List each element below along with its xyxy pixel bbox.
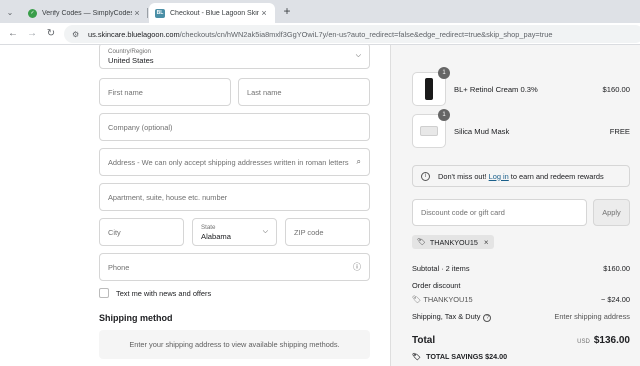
shipping-row: Shipping, Tax & Duty? Enter shipping add… — [412, 312, 630, 322]
product-name: BL+ Retinol Cream 0.3% — [454, 84, 538, 94]
mask-jar-image — [420, 126, 438, 136]
total-savings: 🏷 TOTAL SAVINGS $24.00 — [412, 352, 507, 361]
chevron-down-icon: ⌵ — [355, 52, 361, 59]
chevron-down-icon: ⌵ — [262, 228, 268, 235]
bluelagoon-favicon-icon: BL — [155, 8, 165, 18]
new-tab-button[interactable]: + — [280, 4, 294, 18]
tag-icon: 🏷 — [412, 295, 422, 304]
state-select[interactable]: State Alabama ⌵ — [192, 218, 277, 246]
info-icon: i — [421, 171, 430, 181]
applied-code: THANKYOU15 — [429, 237, 478, 247]
total-row: Total USD $136.00 — [412, 335, 630, 346]
rewards-notice: i Don't miss out! Log in to earn and red… — [412, 165, 630, 187]
address-bar[interactable]: ⚙ us.skincare.bluelagoon.com/checkouts/c… — [64, 25, 640, 43]
shipping-note-text: Enter your shipping address to view avai… — [129, 340, 340, 349]
close-tab-icon[interactable]: × — [259, 8, 269, 18]
product-price: FREE — [609, 126, 630, 136]
first-name-field[interactable]: First name — [99, 78, 231, 106]
order-discount-code-row: 🏷 THANKYOU15 − $24.00 — [412, 295, 630, 304]
product-price: $160.00 — [602, 84, 630, 94]
tab-verify-codes[interactable]: ✓ Verify Codes — SimplyCodes × — [22, 3, 148, 23]
simplycodes-favicon-icon: ✓ — [28, 8, 37, 18]
url-host: us.skincare.bluelagoon.com — [88, 29, 180, 39]
line-item: 1 BL+ Retinol Cream 0.3% $160.00 — [412, 67, 630, 106]
apply-button[interactable]: Apply — [593, 199, 630, 226]
total-value: $136.00 — [593, 335, 630, 346]
order-discount-code: THANKYOU15 — [423, 295, 473, 304]
address-field[interactable]: Address - We can only accept shipping ad… — [99, 148, 370, 176]
tab-checkout[interactable]: BL Checkout - Blue Lagoon Skincare × — [149, 3, 275, 23]
subtotal-value: $160.00 — [603, 264, 630, 273]
apartment-placeholder: Apartment, suite, house etc. number — [108, 192, 228, 202]
country-label: Country/Region — [108, 47, 151, 55]
phone-placeholder: Phone — [108, 262, 130, 272]
total-currency: USD — [577, 339, 590, 345]
product-name: Silica Mud Mask — [454, 126, 510, 136]
order-summary: 1 BL+ Retinol Cream 0.3% $160.00 1 Silic… — [390, 45, 640, 366]
zip-placeholder: ZIP code — [294, 227, 324, 237]
last-name-placeholder: Last name — [247, 87, 282, 97]
shipping-method-note: Enter your shipping address to view avai… — [99, 330, 370, 359]
savings-label: TOTAL SAVINGS — [426, 352, 484, 361]
tag-icon: 🏷 — [412, 352, 422, 361]
forward-arrow-icon[interactable]: → — [25, 27, 39, 41]
quantity-badge: 1 — [438, 67, 450, 79]
rewards-notice-suffix: to earn and redeem rewards — [510, 171, 604, 181]
first-name-placeholder: First name — [108, 87, 143, 97]
applied-discount-tag: 🏷 THANKYOU15 × — [412, 235, 494, 249]
order-discount-value: − $24.00 — [601, 295, 630, 304]
rewards-notice-text: Don't miss out! — [438, 171, 487, 181]
state-value: Alabama — [201, 231, 231, 241]
url-path: /checkouts/cn/hWN2ak5ia8mxlf3GgYOwiL7y/e… — [179, 29, 553, 39]
reload-icon[interactable]: ↻ — [44, 27, 58, 41]
country-select[interactable]: Country/Region United States ⌵ — [99, 45, 370, 69]
search-icon[interactable]: ⌕ — [357, 157, 361, 167]
subtotal-label: Subtotal · 2 items — [412, 264, 470, 273]
product-thumbnail: 1 — [412, 109, 450, 148]
help-circle-icon[interactable]: ? — [483, 314, 492, 322]
retinol-bottle-image — [425, 78, 433, 100]
shipping-method-title: Shipping method — [99, 313, 173, 323]
address-placeholder: Address - We can only accept shipping ad… — [108, 157, 349, 167]
tag-icon: 🏷 — [417, 239, 426, 246]
news-checkbox-label: Text me with news and offers — [116, 288, 212, 298]
remove-discount-icon[interactable]: × — [484, 238, 489, 247]
shipping-label: Shipping, Tax & Duty — [412, 312, 481, 321]
tab-separator — [147, 8, 148, 18]
order-discount-label: Order discount — [412, 281, 461, 290]
apartment-field[interactable]: Apartment, suite, house etc. number — [99, 183, 370, 211]
quantity-badge: 1 — [438, 109, 450, 121]
product-thumbnail: 1 — [412, 67, 450, 106]
discount-code-input[interactable]: Discount code or gift card — [412, 199, 587, 226]
zip-field[interactable]: ZIP code — [285, 218, 370, 246]
company-placeholder: Company (optional) — [108, 122, 173, 132]
total-label: Total — [412, 335, 436, 346]
news-checkbox[interactable] — [99, 288, 109, 298]
back-arrow-icon[interactable]: ← — [6, 27, 20, 41]
site-info-icon[interactable]: ⚙ — [72, 30, 82, 39]
close-tab-icon[interactable]: × — [132, 8, 142, 18]
checkout-form: Country/Region United States ⌵ First nam… — [0, 45, 390, 366]
company-field[interactable]: Company (optional) — [99, 113, 370, 141]
order-discount-row: Order discount — [412, 281, 630, 290]
tab-search-icon[interactable]: ⌄ — [4, 6, 16, 18]
city-placeholder: City — [108, 227, 121, 237]
savings-value: $24.00 — [485, 352, 508, 361]
browser-toolbar: ← → ↻ ⚙ us.skincare.bluelagoon.com/check… — [0, 23, 640, 45]
help-circle-icon[interactable]: ⓘ — [353, 262, 361, 273]
city-field[interactable]: City — [99, 218, 184, 246]
tab-title: Checkout - Blue Lagoon Skincare — [170, 9, 259, 17]
last-name-field[interactable]: Last name — [238, 78, 370, 106]
country-value: United States — [108, 55, 154, 65]
subtotal-row: Subtotal · 2 items $160.00 — [412, 264, 630, 273]
discount-placeholder: Discount code or gift card — [421, 208, 505, 217]
tab-title: Verify Codes — SimplyCodes — [42, 9, 132, 17]
phone-field[interactable]: Phone ⓘ — [99, 253, 370, 281]
line-item: 1 Silica Mud Mask FREE — [412, 109, 630, 148]
browser-tab-strip: ⌄ ✓ Verify Codes — SimplyCodes × BL Chec… — [0, 0, 640, 23]
log-in-link[interactable]: Log in — [489, 172, 509, 181]
news-checkbox-row[interactable]: Text me with news and offers — [99, 288, 211, 298]
shipping-value: Enter shipping address — [554, 312, 630, 321]
state-label: State — [201, 223, 216, 231]
